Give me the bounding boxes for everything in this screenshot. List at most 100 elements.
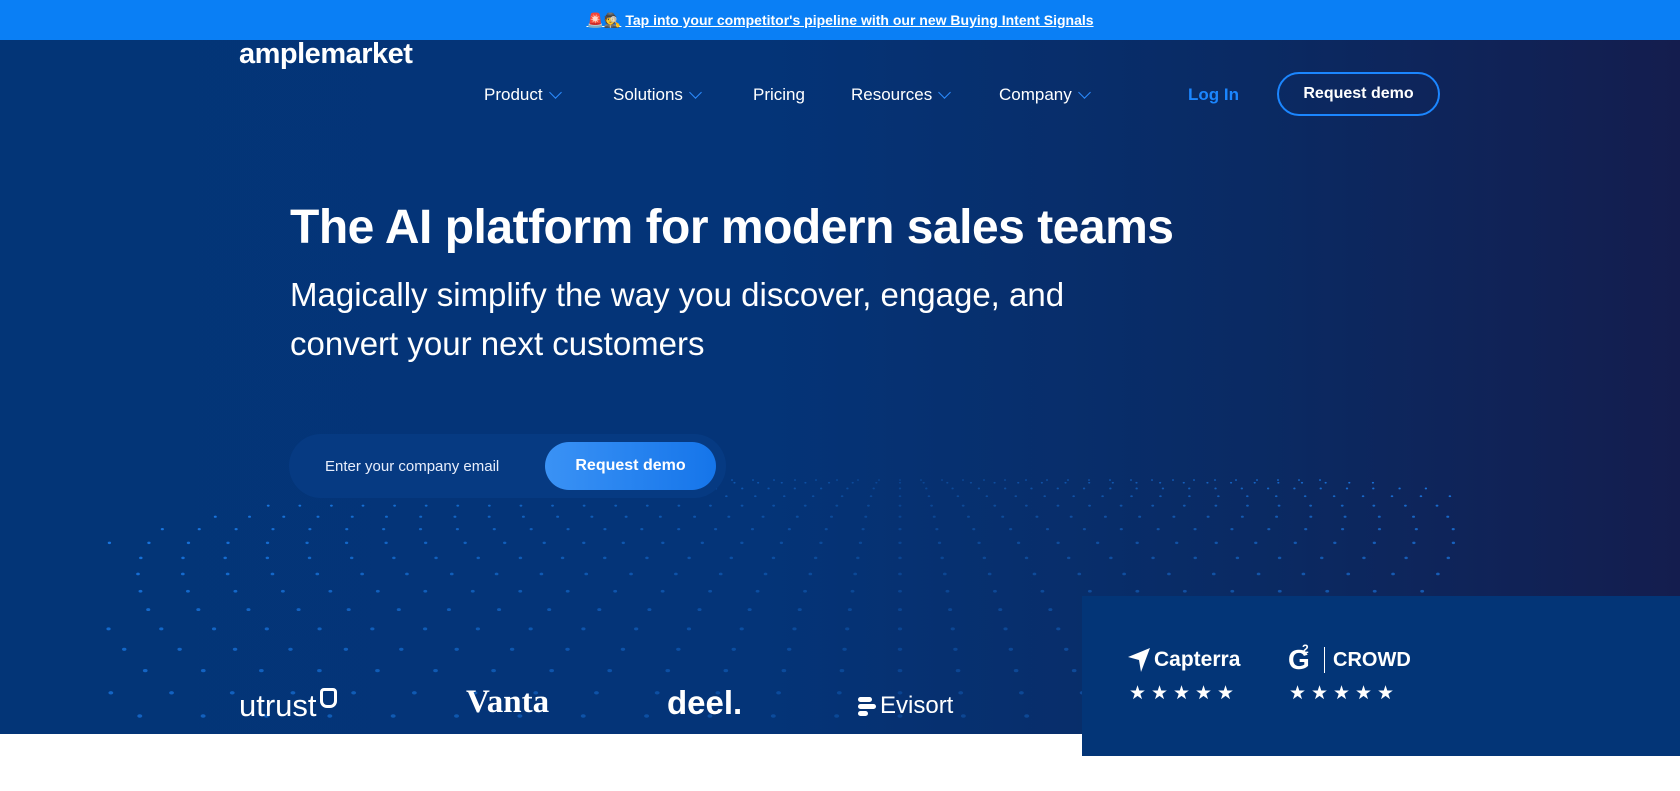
background-dot	[1277, 481, 1280, 484]
capterra-icon	[1128, 648, 1150, 672]
background-dot	[298, 504, 302, 507]
background-dot	[288, 647, 293, 651]
background-dot	[234, 527, 238, 531]
star-icon: ★	[1172, 683, 1191, 704]
background-dot	[845, 627, 850, 631]
g2-crowd-review[interactable]: G 2 CROWD ★ ★ ★ ★ ★	[1288, 642, 1411, 705]
background-dot	[708, 589, 713, 593]
nav-item-product[interactable]: Product	[484, 85, 562, 105]
background-dot	[1103, 515, 1107, 518]
hero-title: The AI platform for modern sales teams	[290, 201, 1174, 254]
nav-item-resources[interactable]: Resources	[851, 85, 952, 105]
background-dot	[1240, 487, 1244, 490]
background-dot	[180, 572, 185, 576]
background-dot	[497, 608, 502, 612]
company-email-input[interactable]	[325, 434, 525, 498]
background-dot	[1130, 479, 1132, 481]
background-dot	[392, 556, 396, 560]
vanta-logo: Vanta	[466, 684, 550, 720]
background-dot	[920, 479, 922, 481]
background-dot	[977, 541, 981, 545]
background-dot	[1135, 487, 1138, 490]
background-dot	[1109, 556, 1113, 560]
login-link[interactable]: Log In	[1188, 85, 1239, 105]
background-dot	[864, 515, 868, 518]
background-dot	[1348, 481, 1351, 484]
background-dot	[897, 608, 903, 612]
background-dot	[1040, 481, 1043, 484]
background-dot	[1172, 479, 1174, 481]
background-dot	[740, 504, 744, 507]
background-dot	[315, 572, 320, 576]
background-dot	[1151, 556, 1155, 560]
background-dot	[815, 479, 817, 481]
background-dot	[542, 541, 546, 545]
background-dot	[1319, 479, 1321, 481]
background-dot	[687, 556, 691, 560]
nav-item-solutions[interactable]: Solutions	[613, 85, 702, 105]
background-dot	[677, 527, 681, 531]
banner-link[interactable]: 🚨🕵️ Tap into your competitor's pipeline …	[586, 12, 1093, 29]
background-dot	[1064, 647, 1069, 651]
background-dot	[1088, 481, 1091, 484]
background-dot	[494, 572, 499, 576]
nav-item-company[interactable]: Company	[999, 85, 1091, 105]
background-dot	[946, 481, 949, 484]
background-dot	[781, 668, 787, 673]
background-dot	[1024, 504, 1028, 507]
background-dot	[955, 668, 961, 673]
background-dot	[733, 481, 736, 484]
background-dot	[521, 515, 525, 518]
hero-request-demo-button[interactable]: Request demo	[545, 442, 716, 490]
background-dot	[422, 627, 428, 631]
background-dot	[731, 479, 733, 481]
background-dot	[361, 504, 365, 507]
background-dot	[1275, 515, 1279, 518]
nav-item-label: Product	[484, 85, 543, 104]
background-dot	[750, 527, 755, 531]
nav-item-pricing[interactable]: Pricing	[753, 85, 805, 105]
background-dot	[307, 556, 312, 560]
background-dot	[1343, 515, 1347, 518]
background-dot	[1003, 487, 1007, 490]
background-dot	[697, 608, 702, 612]
background-dot	[1414, 527, 1418, 531]
background-dot	[930, 504, 933, 507]
background-dot	[370, 627, 375, 631]
background-dot	[518, 589, 523, 593]
background-dot	[1214, 541, 1218, 545]
background-dot	[793, 487, 797, 490]
background-dot	[1446, 515, 1450, 518]
background-dot	[1324, 481, 1327, 484]
background-dot	[1071, 668, 1077, 673]
background-dot	[757, 481, 760, 484]
background-dot	[1293, 541, 1297, 545]
capterra-review[interactable]: Capterra ★ ★ ★ ★ ★	[1128, 646, 1240, 705]
background-dot	[836, 691, 842, 695]
background-dot	[972, 527, 976, 531]
background-dot	[723, 668, 729, 673]
background-dot	[317, 627, 322, 631]
background-dot	[677, 504, 681, 507]
request-demo-button[interactable]: Request demo	[1277, 72, 1440, 116]
background-dot	[108, 691, 114, 695]
background-dot	[962, 479, 964, 481]
background-dot	[1372, 487, 1375, 490]
background-dot	[1188, 495, 1191, 498]
background-dot	[1274, 495, 1278, 498]
background-dot	[813, 556, 818, 560]
amplemarket-logo[interactable]: amplemarket	[239, 38, 413, 71]
background-dot	[396, 608, 401, 612]
background-dot	[519, 504, 523, 507]
background-dot	[346, 608, 351, 612]
background-dot	[661, 541, 665, 545]
background-dot	[1332, 495, 1336, 498]
background-dot	[1122, 572, 1126, 576]
background-dot	[1175, 541, 1179, 545]
background-dot	[1319, 487, 1322, 490]
background-dot	[1193, 556, 1197, 560]
background-dot	[1390, 495, 1394, 498]
background-dot	[792, 627, 797, 631]
background-dot	[475, 627, 481, 631]
background-dot	[1156, 527, 1160, 531]
